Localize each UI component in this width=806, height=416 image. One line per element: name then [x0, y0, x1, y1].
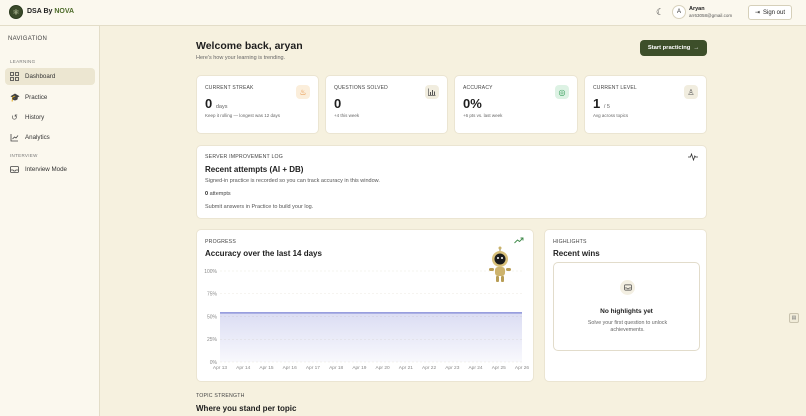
y-tick-label: 50%: [207, 314, 218, 320]
page-title: Welcome back, aryan: [196, 40, 303, 52]
accuracy-chart: 0% 25% 50% 75% 100% Apr 13 Apr 14 Apr 15 Apr 16 A…: [204, 269, 529, 371]
stat-note: Avg across topics: [593, 113, 629, 118]
sidebar-toggle-icon[interactable]: ▤: [789, 313, 799, 323]
logo-icon[interactable]: ⚛: [9, 5, 23, 19]
stat-label: CURRENT STREAK: [205, 85, 254, 91]
chart-icon: [10, 133, 19, 142]
log-title: Recent attempts (AI + DB): [205, 165, 304, 174]
stat-value: 0: [334, 96, 342, 111]
stat-card-level: CURRENT LEVEL 1 / 5 Avg across topics ♙: [584, 75, 707, 134]
sidebar-title: NAVIGATION: [8, 36, 48, 42]
flame-icon: ♨: [296, 85, 310, 99]
sidebar-item-label: Dashboard: [25, 73, 56, 80]
section-label-learning: LEARNING: [10, 59, 36, 64]
moon-icon[interactable]: ☾: [655, 7, 665, 17]
avatar[interactable]: A: [672, 5, 686, 19]
stat-label: QUESTIONS SOLVED: [334, 85, 388, 91]
x-tick-label: Apr 21: [399, 365, 413, 371]
stat-note: Keep it rolling — longest was 12 days: [205, 113, 281, 118]
x-tick-label: Apr 26: [515, 365, 529, 371]
x-tick-label: Apr 22: [422, 365, 436, 371]
graduation-cap-icon: 🎓: [10, 93, 20, 102]
x-tick-label: Apr 24: [468, 365, 482, 371]
user-email: arr63058@gmail.com: [689, 12, 733, 18]
arrow-right-icon: →: [693, 45, 700, 51]
x-tick-label: Apr 14: [236, 365, 250, 371]
x-tick-label: Apr 19: [352, 365, 366, 371]
top-bar: ⚛ DSA By NOVA ☾ A Aryan arr63058@gmail.c…: [0, 0, 806, 26]
sidebar-item-history[interactable]: ↺ History: [5, 109, 95, 126]
stat-note: +6 pts vs. last week: [463, 113, 503, 118]
inbox-icon: [10, 165, 19, 174]
log-description: Signed-in practice is recorded so you ca…: [205, 178, 380, 184]
x-tick-label: Apr 13: [213, 365, 227, 371]
target-icon: ◎: [555, 85, 569, 99]
sidebar-item-interview-mode[interactable]: Interview Mode: [5, 161, 95, 178]
x-tick-label: Apr 16: [283, 365, 297, 371]
attempt-count: 0 attempts: [205, 191, 231, 197]
x-tick-label: Apr 18: [329, 365, 343, 371]
y-tick-label: 25%: [207, 337, 218, 343]
stat-value: 0 days: [205, 96, 228, 111]
sign-out-label: Sign out: [763, 9, 786, 16]
stat-card-streak: CURRENT STREAK 0 days Keep it rolling — …: [196, 75, 319, 134]
sidebar: NAVIGATION LEARNING Dashboard 🎓 Practice…: [0, 26, 100, 416]
accuracy-area: [220, 312, 522, 362]
robot-mascot-icon: [489, 246, 511, 282]
section-label-interview: INTERVIEW: [10, 153, 38, 158]
empty-title: No highlights yet: [600, 308, 653, 315]
topic-strength-label: TOPIC STRENGTH: [196, 393, 245, 399]
progress-card: PROGRESS Accuracy over the last 14 days …: [196, 229, 534, 382]
start-practicing-label: Start practicing: [647, 45, 691, 51]
topic-strength-title: Where you stand per topic: [196, 404, 297, 413]
x-tick-label: Apr 25: [492, 365, 506, 371]
activity-icon: [688, 152, 698, 163]
history-icon: ↺: [11, 113, 18, 122]
x-tick-label: Apr 15: [259, 365, 273, 371]
highlights-label: HIGHLIGHTS: [553, 239, 587, 245]
stat-note: +4 this week: [334, 113, 360, 118]
stat-label: CURRENT LEVEL: [593, 85, 637, 91]
stat-card-questions: QUESTIONS SOLVED 0 +4 this week: [325, 75, 448, 134]
inbox-icon: [620, 280, 635, 295]
stat-value: 1 / 5: [593, 96, 610, 111]
stat-label: ACCURACY: [463, 85, 493, 91]
log-label: SERVER IMPROVEMENT LOG: [205, 154, 284, 160]
x-tick-label: Apr 23: [445, 365, 459, 371]
page-subtitle: Here's how your learning is trending.: [196, 55, 286, 61]
y-tick-label: 0%: [210, 360, 218, 366]
y-tick-label: 75%: [207, 292, 218, 298]
grid-icon: [10, 72, 19, 81]
empty-highlights: No highlights yet Solve your first quest…: [553, 262, 700, 351]
stat-card-accuracy: ACCURACY 0% +6 pts vs. last week ◎: [454, 75, 578, 134]
sidebar-item-label: Practice: [25, 94, 48, 101]
x-tick-label: Apr 20: [376, 365, 390, 371]
server-log-card: SERVER IMPROVEMENT LOG Recent attempts (…: [196, 145, 707, 219]
brand-name[interactable]: DSA By NOVA: [27, 8, 74, 15]
sidebar-item-dashboard[interactable]: Dashboard: [5, 68, 95, 85]
user-name: Aryan: [689, 6, 705, 12]
highlights-card: HIGHLIGHTS Recent wins No highlights yet…: [544, 229, 707, 382]
y-tick-label: 100%: [204, 269, 217, 275]
bar-chart-icon: [425, 85, 439, 99]
x-tick-label: Apr 17: [306, 365, 320, 371]
empty-text: Solve your first question to unlock achi…: [587, 320, 668, 333]
sidebar-item-label: Analytics: [25, 134, 50, 141]
logout-icon: ⇥: [754, 10, 760, 16]
log-hint: Submit answers in Practice to build your…: [205, 204, 314, 210]
sidebar-item-practice[interactable]: 🎓 Practice: [5, 89, 95, 106]
sidebar-item-analytics[interactable]: Analytics: [5, 129, 95, 146]
sidebar-item-label: History: [25, 114, 45, 121]
highlights-title: Recent wins: [553, 249, 600, 258]
medal-icon: ♙: [684, 85, 698, 99]
sidebar-item-label: Interview Mode: [25, 166, 67, 173]
start-practicing-button[interactable]: Start practicing →: [640, 40, 707, 56]
stat-value: 0%: [463, 96, 482, 111]
sign-out-button[interactable]: ⇥ Sign out: [748, 5, 792, 20]
